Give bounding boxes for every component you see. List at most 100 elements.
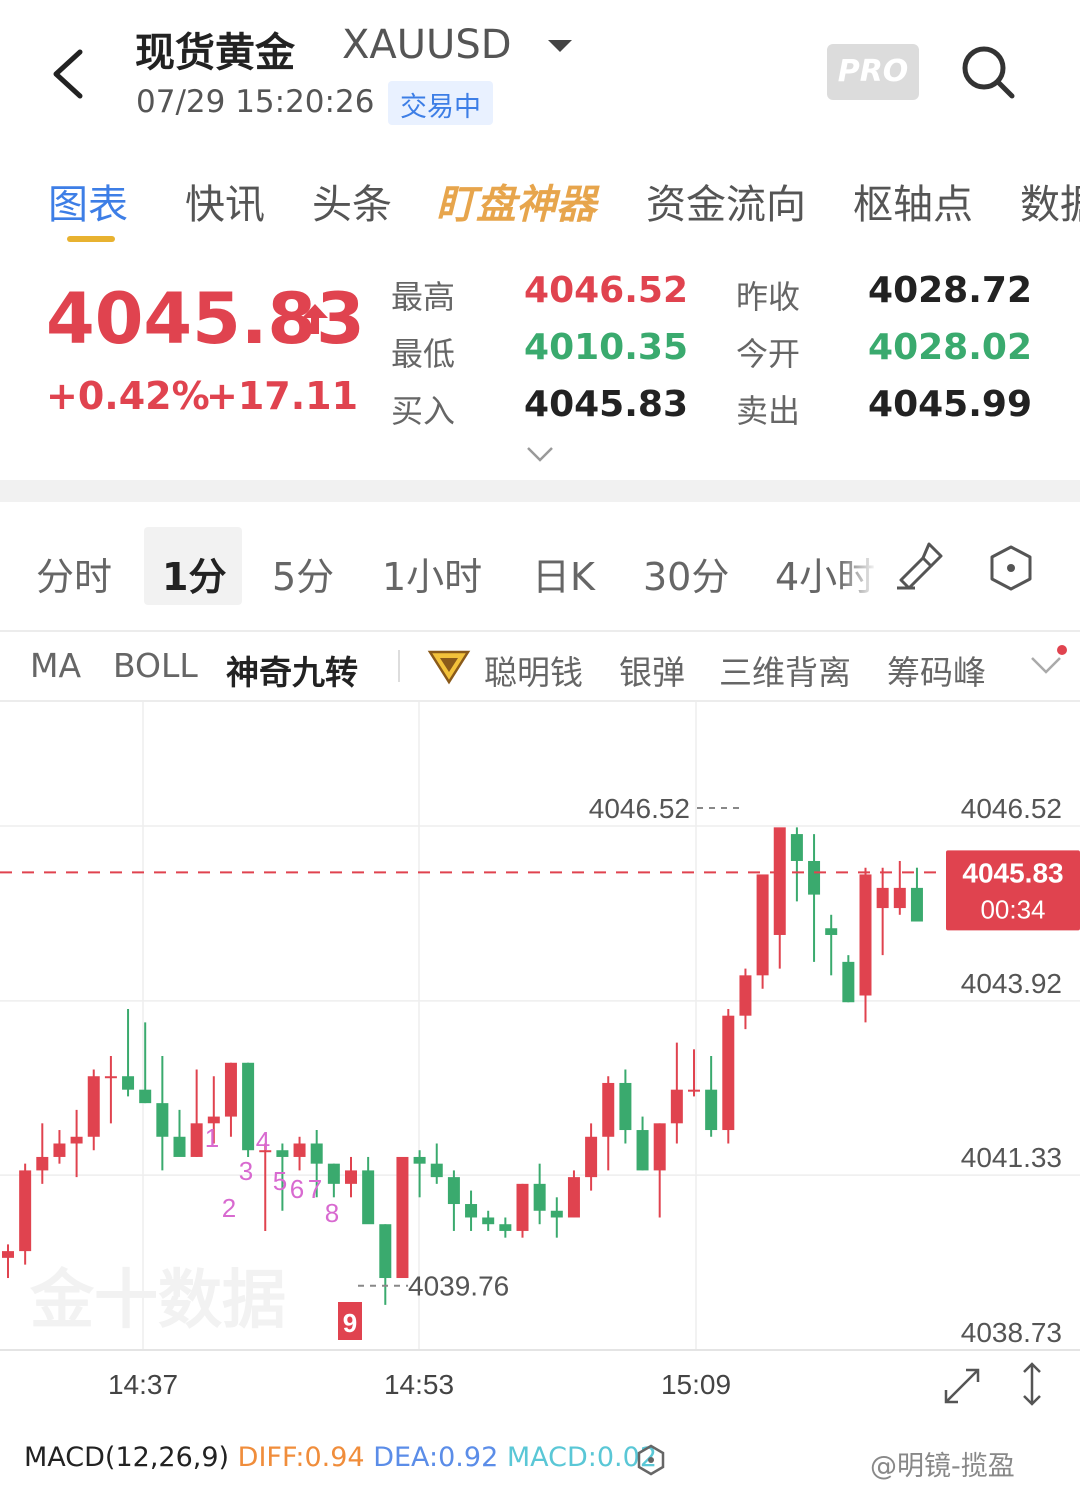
candle-body (705, 1089, 718, 1131)
td-count-label: 5 (273, 1166, 287, 1196)
indicator-td-sequential[interactable]: 神奇九转 (226, 646, 358, 694)
period-5min[interactable]: 5分 (272, 546, 334, 601)
low-annotation: 4039.76 (408, 1271, 509, 1302)
macd-settings-icon[interactable] (636, 1444, 666, 1476)
candle-body (70, 1136, 83, 1144)
macd-label: MACD(12,26,9) (24, 1442, 230, 1473)
chevron-down-icon[interactable] (548, 40, 572, 52)
candle-body (602, 1082, 615, 1137)
candle-body (190, 1123, 203, 1157)
candle-body (619, 1082, 632, 1131)
indicator-boll[interactable]: BOLL (113, 646, 198, 685)
bid-label: 买入 (391, 392, 456, 430)
x-tick-label: 14:53 (384, 1369, 454, 1400)
tab-headlines[interactable]: 头条 (312, 172, 392, 230)
up-arrow-icon (302, 304, 328, 334)
candlestick-chart[interactable]: 4046.524043.924041.334038.7314:37 14:53 15… (0, 702, 1080, 1422)
search-icon[interactable] (958, 42, 1018, 102)
x-tick-label: 14:37 (108, 1369, 178, 1400)
ask-value: 4045.99 (868, 384, 1032, 425)
candle-body (122, 1076, 135, 1090)
tab-chart[interactable]: 图表 (48, 172, 128, 230)
candle-body (910, 887, 923, 922)
tab-flash-news[interactable]: 快讯 (185, 172, 265, 230)
td-count-label: 6 (290, 1174, 304, 1204)
candle-body (396, 1156, 409, 1279)
change-percent: +0.42% (46, 374, 210, 418)
diamond-icon (427, 650, 471, 685)
candle-body (36, 1156, 49, 1171)
period-1hour[interactable]: 1小时 (382, 546, 482, 601)
candle-body (413, 1156, 426, 1164)
period-daily[interactable]: 日K (532, 546, 595, 601)
macd-dea: DEA:0.92 (373, 1442, 499, 1473)
more-chevron-icon[interactable] (1028, 644, 1072, 684)
x-tick-label: 15:09 (661, 1369, 731, 1400)
candle-body (567, 1177, 580, 1218)
candle-body (87, 1076, 100, 1137)
y-tick-label: 4038.73 (961, 1317, 1062, 1348)
td-count-label: 8 (325, 1198, 339, 1228)
candle-body (893, 887, 906, 909)
indicator-silver-bullet[interactable]: 银弹 (619, 646, 685, 694)
candle-body (310, 1143, 323, 1164)
td-count-label: 1 (205, 1123, 219, 1153)
indicator-chip-peak[interactable]: 筹码峰 (887, 646, 986, 694)
macd-legend: MACD(12,26,9) DIFF:0.94 DEA:0.92 MACD:0.… (24, 1442, 657, 1473)
indicator-3d-divergence[interactable]: 三维背离 (719, 646, 851, 694)
td-count-label: 4 (256, 1126, 270, 1156)
candle-body (242, 1062, 255, 1151)
divider (0, 630, 1080, 632)
bid-value: 4045.83 (524, 384, 688, 425)
candle-body (533, 1183, 546, 1211)
candle-body (585, 1136, 598, 1178)
draw-tool-icon[interactable] (893, 540, 945, 592)
candle-body (173, 1136, 186, 1157)
period-1min[interactable]: 1分 (162, 546, 226, 601)
td-count-label: 3 (239, 1156, 253, 1186)
open-value: 4028.02 (868, 327, 1032, 368)
vertical-scale-icon[interactable] (1023, 1362, 1041, 1406)
candle-body (104, 1076, 117, 1079)
symbol-selector[interactable]: XAUUSD (342, 22, 512, 68)
indicator-smart-money[interactable]: 聪明钱 (484, 646, 583, 694)
tab-pivot-points[interactable]: 枢轴点 (853, 172, 973, 230)
period-30min[interactable]: 30分 (643, 546, 729, 601)
open-label: 今开 (736, 335, 801, 373)
period-timeshare[interactable]: 分时 (36, 546, 112, 601)
candle-body (345, 1170, 357, 1184)
candle-body (842, 961, 855, 1003)
expand-chevron-icon[interactable] (526, 444, 554, 464)
prev-close-label: 昨收 (736, 278, 801, 316)
settings-hexagon-icon[interactable] (988, 544, 1034, 592)
candle-body (790, 834, 803, 861)
vertical-scale-icon-path (1023, 1362, 1041, 1406)
candle-body (2, 1251, 14, 1258)
countdown-label: 00:34 (980, 894, 1045, 924)
section-divider (0, 480, 1080, 502)
prev-close-value: 4028.72 (868, 270, 1032, 311)
indicator-ma[interactable]: MA (30, 646, 81, 685)
candle-body (722, 1015, 735, 1131)
ask-label: 卖出 (736, 392, 801, 430)
back-arrow-icon[interactable] (44, 44, 104, 104)
pro-button[interactable]: PRO (827, 44, 919, 100)
watermark-logo: 金十数据 (29, 1264, 286, 1336)
candle-body (224, 1062, 237, 1117)
candle-body (430, 1163, 443, 1178)
candle-body (756, 874, 769, 976)
candle-body (447, 1177, 460, 1205)
page-title: 现货黄金 (135, 30, 295, 76)
candle-body (876, 887, 889, 909)
tab-monitor-tool[interactable]: 盯盘神器 (436, 172, 596, 230)
candle-body (773, 827, 786, 935)
candle-body (670, 1089, 683, 1124)
candle-body (550, 1210, 563, 1218)
fullscreen-icon[interactable] (944, 1368, 980, 1404)
tab-fund-flow[interactable]: 资金流向 (646, 172, 806, 230)
indicator-divider (398, 650, 400, 682)
td-count-label: 2 (222, 1193, 236, 1223)
candle-body (276, 1150, 289, 1157)
timestamp: 07/29 15:20:26 (136, 84, 375, 120)
tab-data[interactable]: 数据 (1020, 172, 1080, 230)
